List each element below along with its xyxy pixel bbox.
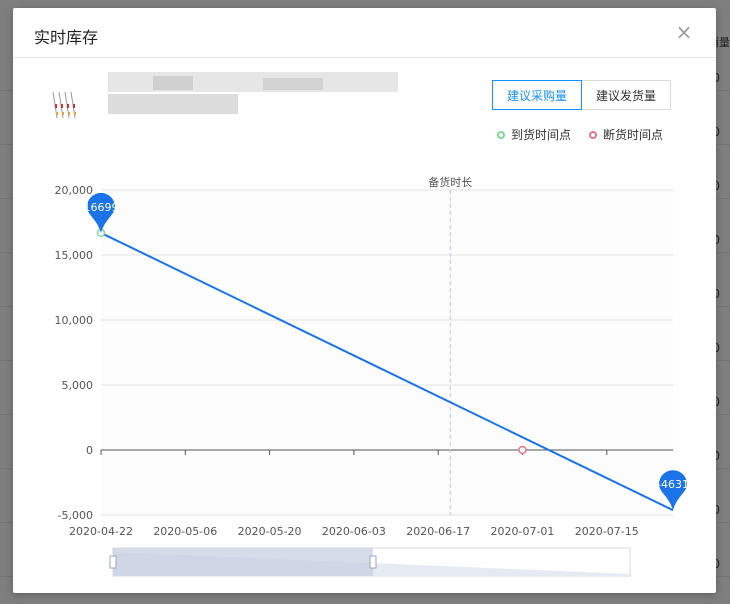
plot-area [101,190,673,515]
x-tick-label: 2020-05-06 [153,525,217,538]
markline-label: 备货时长 [428,175,472,189]
x-tick-label: 2020-07-15 [575,525,639,538]
x-tick-label: 2020-06-03 [322,525,386,538]
datazoom-selection[interactable] [113,548,373,576]
y-tick-label: 10,000 [55,314,94,327]
y-tick-label: 20,000 [55,184,94,197]
stockout-point-marker [518,445,527,455]
x-tick-label: 2020-05-20 [238,525,302,538]
pin-label: -4631 [657,478,689,491]
datazoom-handle[interactable] [369,555,377,569]
y-tick-label: 15,000 [55,249,94,262]
realtime-inventory-modal: 实时库存 × 建议采购量 建议发货量 到货时间点 断货时间点 -5,000 0 … [13,8,716,593]
inventory-line-chart: -5,000 0 5,000 10,000 15,000 20,000 2020-04-22… [55,175,689,577]
x-tick-label: 2020-04-22 [69,525,133,538]
pin-label: 16699 [84,201,119,214]
y-tick-label: 5,000 [62,379,94,392]
datazoom-handle[interactable] [109,555,117,569]
x-tick-label: 2020-07-01 [491,525,555,538]
x-tick-label: 2020-06-17 [406,525,470,538]
y-tick-label: 0 [86,444,93,457]
y-tick-label: -5,000 [58,509,93,522]
